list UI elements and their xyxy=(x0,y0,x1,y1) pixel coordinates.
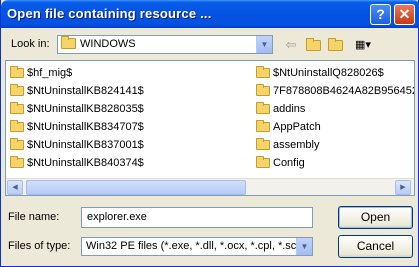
close-button[interactable]: ✕ xyxy=(394,4,415,25)
scroll-thumb[interactable] xyxy=(26,180,246,195)
dialog-title: Open file containing resource ... xyxy=(7,6,212,21)
chevron-right-icon: ▶ xyxy=(400,184,406,191)
folder-icon xyxy=(10,66,24,78)
folder-icon xyxy=(256,156,270,168)
chevron-down-icon[interactable]: ▼ xyxy=(256,36,272,53)
cancel-button[interactable]: Cancel xyxy=(338,235,413,258)
list-item[interactable]: 7F878808B4624A82B956452 xyxy=(256,83,415,99)
list-item[interactable]: AppPatch xyxy=(256,119,321,135)
list-item-label: $NtUninstallKB834707$ xyxy=(27,121,144,133)
list-item[interactable]: Config xyxy=(256,155,305,171)
open-button[interactable]: Open xyxy=(338,206,413,229)
list-item-label: $hf_mig$ xyxy=(27,67,73,79)
help-button[interactable]: ? xyxy=(370,4,391,25)
list-item[interactable]: addins xyxy=(256,101,305,117)
file-name-field[interactable]: explorer.exe xyxy=(81,207,313,228)
list-item[interactable]: $NtUninstallKB828035$ xyxy=(10,101,144,117)
look-in-dropdown[interactable]: WINDOWS ▼ xyxy=(57,35,273,54)
title-bar[interactable]: Open file containing resource ... ? ✕ xyxy=(1,0,419,28)
list-item-label: 7F878808B4624A82B956452 xyxy=(273,85,415,97)
folder-icon xyxy=(256,102,270,114)
list-item[interactable]: $NtUninstallKB834707$ xyxy=(10,119,144,135)
file-list[interactable]: $hf_mig$ $NtUninstallKB824141$ $NtUninstal… xyxy=(5,60,415,196)
list-item-label: Config xyxy=(273,157,305,169)
chevron-left-icon: ◀ xyxy=(12,184,18,191)
horizontal-scrollbar[interactable]: ◀ ▶ xyxy=(6,178,414,195)
files-of-type-dropdown[interactable]: Win32 PE files (*.exe, *.dll, *.ocx, *.c… xyxy=(81,237,313,256)
folder-icon xyxy=(10,102,24,114)
folder-icon xyxy=(256,66,270,78)
close-icon: ✕ xyxy=(398,6,411,22)
new-folder-icon xyxy=(327,37,343,51)
list-item[interactable]: assembly xyxy=(256,137,319,153)
view-menu-icon: ▦▾ xyxy=(355,39,371,51)
list-item-label: addins xyxy=(273,103,306,115)
list-item[interactable]: $NtUninstallQ828026$ xyxy=(256,65,384,81)
up-folder-button[interactable] xyxy=(303,36,323,54)
list-item[interactable]: $hf_mig$ xyxy=(10,65,72,81)
folder-icon xyxy=(256,120,270,132)
folder-icon xyxy=(10,84,24,96)
chevron-down-icon[interactable]: ▼ xyxy=(296,238,312,255)
new-folder-button[interactable] xyxy=(325,36,345,54)
look-in-value: WINDOWS xyxy=(80,38,136,50)
scroll-right-button[interactable]: ▶ xyxy=(395,180,411,195)
back-icon: ⇦ xyxy=(285,37,297,52)
folder-icon xyxy=(10,138,24,150)
folder-icon xyxy=(256,84,270,96)
list-item-label: $NtUninstallKB828035$ xyxy=(27,103,144,115)
open-file-dialog: Open file containing resource ... ? ✕ Lo… xyxy=(0,0,419,267)
back-button[interactable]: ⇦ xyxy=(281,36,301,54)
help-icon: ? xyxy=(376,6,385,22)
files-of-type-value: Win32 PE files (*.exe, *.dll, *.ocx, *.c… xyxy=(86,240,304,252)
files-of-type-label: Files of type: xyxy=(8,240,71,252)
list-item-label: $NtUninstallQ828026$ xyxy=(273,67,384,79)
folder-icon xyxy=(10,156,24,168)
list-item-label: $NtUninstallKB837001$ xyxy=(27,139,144,151)
look-in-label: Look in: xyxy=(11,38,50,50)
folder-icon xyxy=(61,36,76,49)
list-item[interactable]: $NtUninstallKB837001$ xyxy=(10,137,144,153)
folder-icon xyxy=(256,138,270,150)
folder-icon xyxy=(10,120,24,132)
list-item[interactable]: $NtUninstallKB824141$ xyxy=(10,83,144,99)
list-item-label: assembly xyxy=(273,139,320,151)
scroll-left-button[interactable]: ◀ xyxy=(7,180,23,195)
view-menu-button[interactable]: ▦▾ xyxy=(349,36,377,54)
list-item[interactable]: $NtUninstallKB840374$ xyxy=(10,155,144,171)
list-item-label: $NtUninstallKB824141$ xyxy=(27,85,144,97)
list-item-label: AppPatch xyxy=(273,121,321,133)
up-folder-icon xyxy=(305,37,321,51)
file-name-label: File name: xyxy=(8,211,60,223)
list-item-label: $NtUninstallKB840374$ xyxy=(27,157,144,169)
